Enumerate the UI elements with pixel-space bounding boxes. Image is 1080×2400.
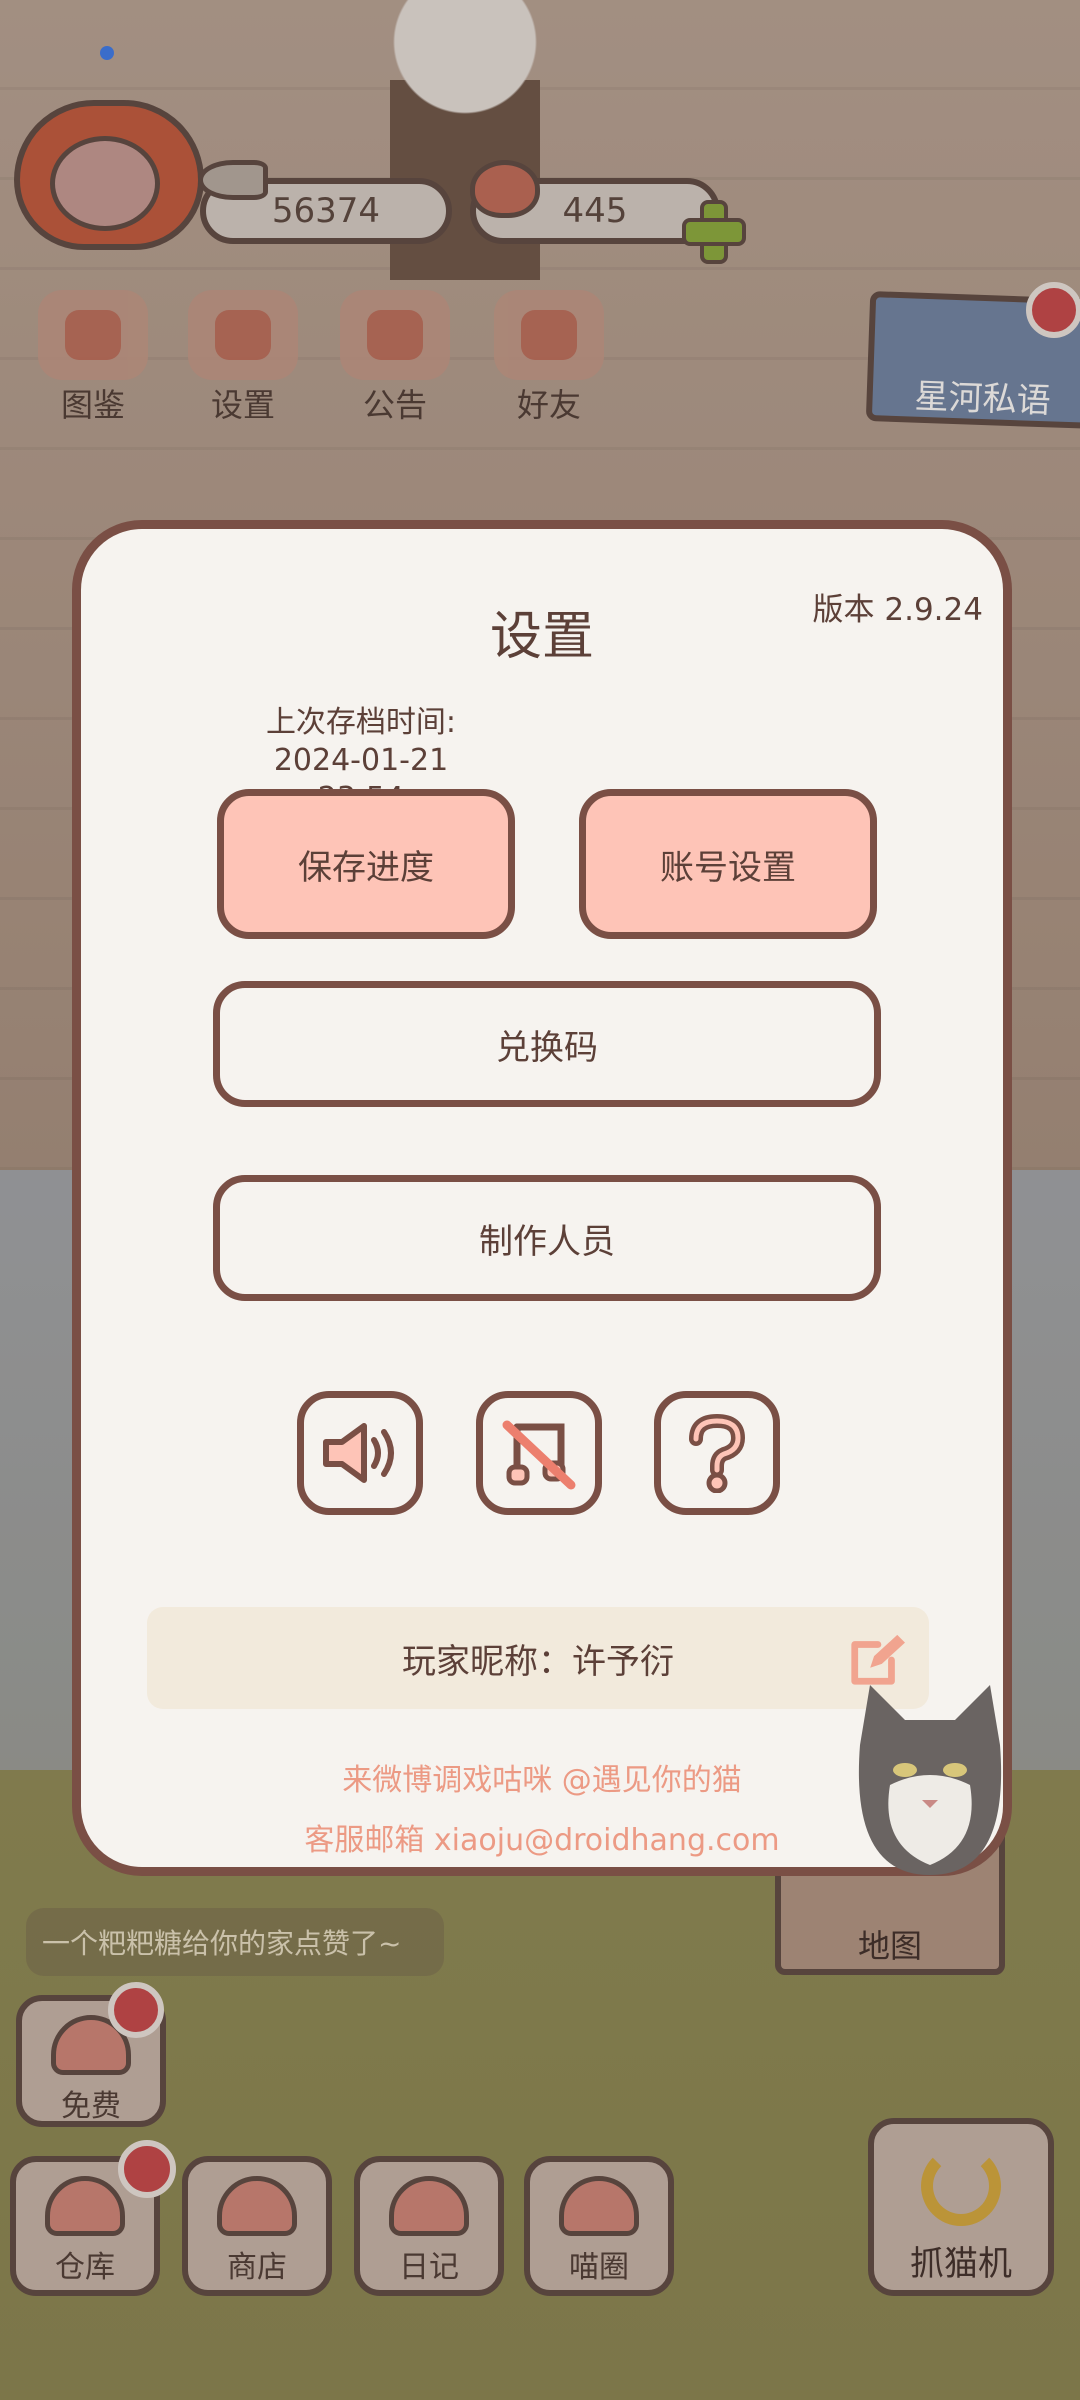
- cat-mascot: [858, 1685, 1002, 1875]
- version-label: 版本 2.9.24: [812, 592, 983, 628]
- speaker-icon: [323, 1423, 394, 1483]
- account-settings-button[interactable]: 账号设置: [579, 789, 877, 939]
- credits-label: 制作人员: [479, 1221, 615, 1262]
- question-mark-icon: [689, 1413, 746, 1493]
- settings-dialog: 设置 版本 2.9.24 上次存档时间: 2024-01-21 23:54 保存…: [72, 520, 1012, 1876]
- account-settings-label: 账号设置: [660, 847, 796, 888]
- credits-button[interactable]: 制作人员: [213, 1175, 881, 1301]
- redeem-code-label: 兑换码: [496, 1027, 598, 1068]
- nickname-text: 玩家昵称：许予衍: [402, 1641, 674, 1682]
- save-progress-button[interactable]: 保存进度: [217, 789, 515, 939]
- save-progress-label: 保存进度: [298, 847, 434, 888]
- nickname-bar[interactable]: 玩家昵称：许予衍: [147, 1607, 929, 1709]
- music-toggle-button[interactable]: [476, 1391, 602, 1515]
- help-button[interactable]: [654, 1391, 780, 1515]
- last-save-label: 上次存档时间:: [265, 705, 457, 740]
- music-off-icon: [502, 1420, 576, 1490]
- sound-toggle-button[interactable]: [297, 1391, 423, 1515]
- redeem-code-button[interactable]: 兑换码: [213, 981, 881, 1107]
